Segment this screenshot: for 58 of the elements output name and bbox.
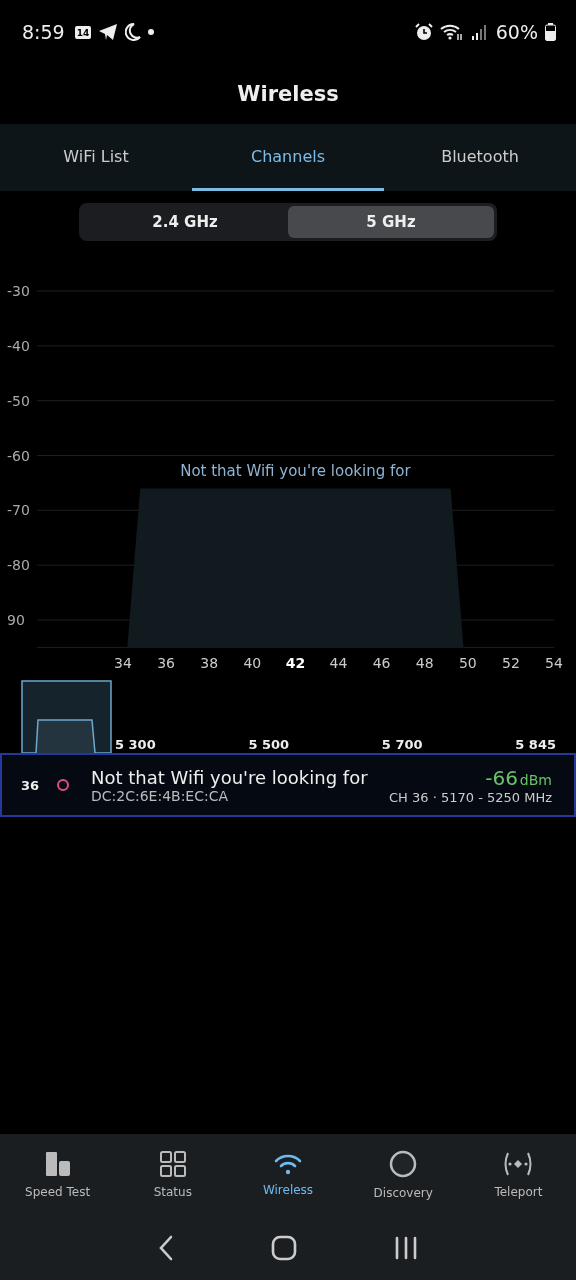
grid-icon [159,1150,186,1177]
nav-item[interactable]: Teleport [460,1134,576,1215]
y-axis-label: -50 [7,392,30,409]
frequency-label: 5 845 [515,737,556,752]
signal-strength: -66 [485,765,518,790]
x-axis-label: 38 [200,655,219,671]
battery-percent: 60% [495,21,538,43]
y-axis-label: -80 [7,557,30,574]
back-icon[interactable] [158,1234,175,1261]
x-axis-label: 42 [285,655,306,671]
network-name: Not that Wifi you're looking for [91,766,369,788]
battery-icon [545,23,556,41]
recent-apps-icon[interactable] [393,1235,418,1260]
signal-unit: dBm [519,771,552,788]
x-axis-label: 34 [114,655,132,671]
clock-time: 8:59 [22,21,65,43]
bars-icon [44,1150,71,1177]
mac-address: DC:2C:6E:4B:EC:CA [91,787,229,804]
x-axis-label: 52 [502,655,520,671]
calendar-icon: 14 [74,25,92,39]
y-axis-label: -30 [7,283,30,299]
home-icon[interactable] [271,1234,297,1261]
x-axis-label: 36 [157,655,175,671]
band-option[interactable]: 2.4 GHz [82,206,288,238]
nav-item[interactable]: Status [115,1134,231,1215]
wifi-icon [439,23,464,41]
signal-icon [470,23,487,41]
frequency-label: 5 500 [248,737,290,752]
frequency-label: 5 700 [381,737,423,752]
y-axis-label: 90 [7,612,25,628]
x-axis-label: 40 [243,655,262,671]
band-option[interactable]: 5 GHz [288,206,494,238]
network-label: Not that Wifi you're looking for [180,462,411,481]
channel-details: CH 36 · 5170 - 5250 MHz [389,789,552,805]
tab[interactable]: Channels [192,124,384,191]
frequency-label: 5 300 [115,737,156,752]
circle-icon [389,1149,418,1178]
paper-plane-icon [98,23,119,41]
y-axis-label: -60 [7,447,30,464]
y-axis-label: -40 [7,337,30,354]
channel-number: 36 [21,777,41,793]
alarm-clock-icon [414,23,433,41]
x-axis-label: 46 [372,655,391,671]
screen-title: Wireless [237,81,339,108]
dot-icon [148,29,155,35]
x-axis-label: 50 [458,655,477,671]
x-axis-label: 54 [545,655,563,671]
nav-item[interactable]: Wireless [230,1134,346,1215]
nav-item[interactable]: Discovery [345,1134,461,1215]
nav-item[interactable]: Speed Test [0,1134,116,1215]
wifi-icon [274,1152,302,1175]
tab[interactable]: WiFi List [0,124,192,191]
y-axis-label: -70 [7,502,30,519]
tab[interactable]: Bluetooth [384,124,576,191]
x-axis-label: 48 [415,655,434,671]
x-axis-label: 44 [329,655,348,671]
network-row[interactable]: 36 Not that Wifi you're looking for DC:2C:6E:4B:EC:CA -66 dBm CH 36 · 5170 - 5250 MHz [0,753,576,817]
moon-icon [125,23,142,41]
